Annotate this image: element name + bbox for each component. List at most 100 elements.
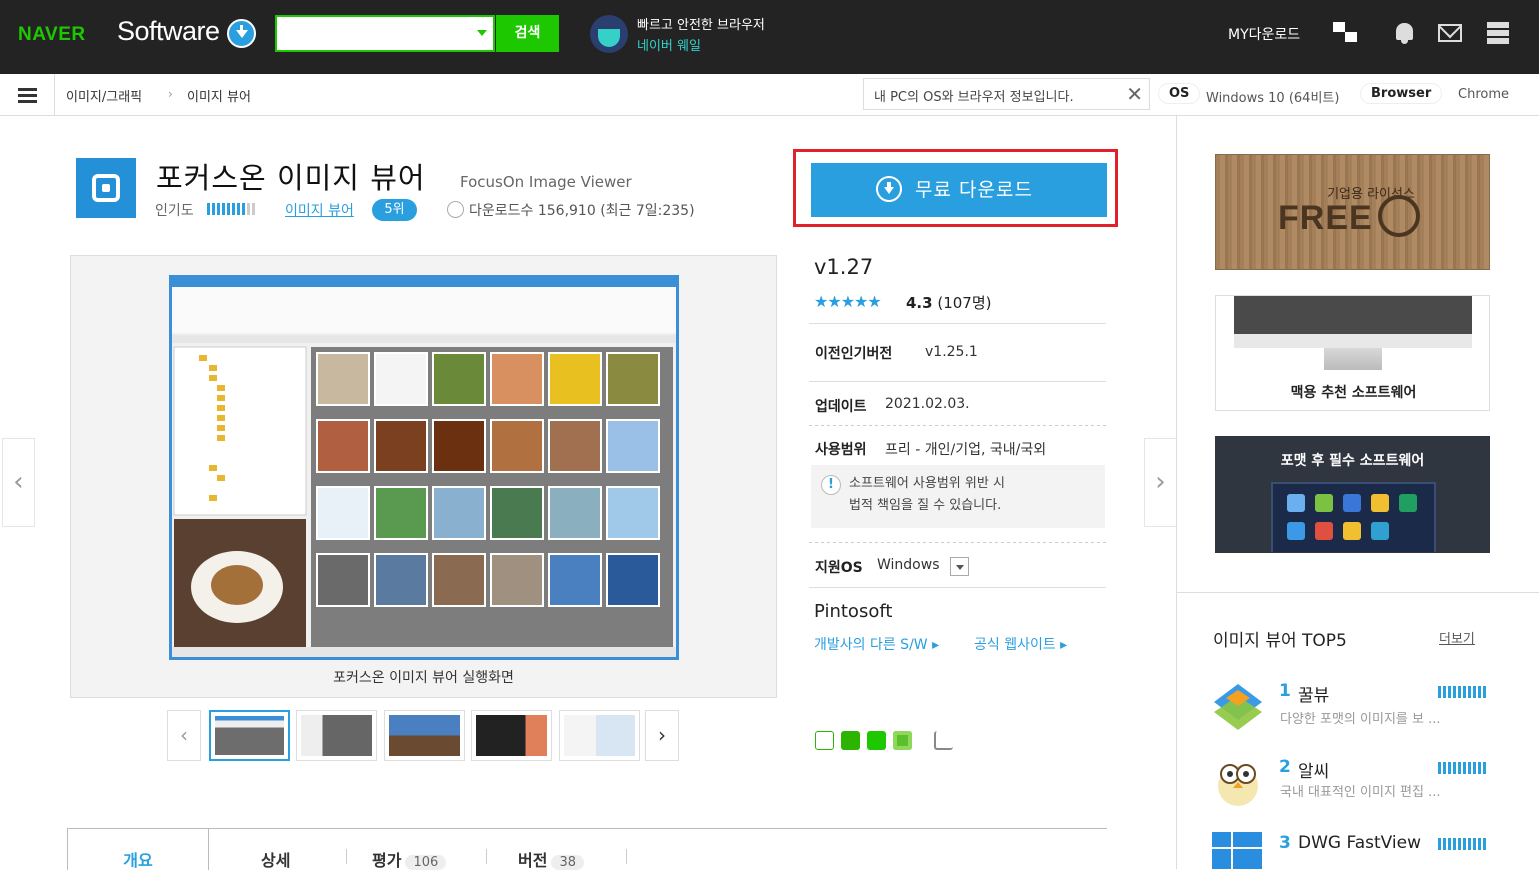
official-website-link[interactable]: 공식 웹사이트 ▸: [974, 634, 1067, 654]
version: v1.27: [814, 255, 874, 279]
divider: [809, 587, 1106, 588]
top5-name-1[interactable]: 꿀뷰: [1298, 681, 1329, 706]
enterprise-banner-line2: FREE: [1278, 199, 1373, 237]
user-icon[interactable]: [1333, 22, 1357, 44]
rank-badge: 5위: [372, 199, 417, 221]
rating-score: 4.3: [906, 294, 933, 312]
thumbnails-next-button[interactable]: ›: [645, 710, 679, 761]
cafe-share-icon[interactable]: [841, 731, 860, 750]
tab-detail-label: 상세: [261, 851, 291, 870]
free-download-button[interactable]: 무료 다운로드: [811, 163, 1107, 217]
tab-overview-label: 개요: [123, 851, 153, 870]
bookmark-share-icon[interactable]: [867, 731, 886, 750]
whale-icon[interactable]: [590, 15, 628, 53]
memo-share-icon[interactable]: [893, 731, 912, 750]
os-value: Windows 10 (64비트): [1206, 91, 1340, 106]
download-icon[interactable]: [876, 176, 902, 202]
mac-recommend-banner[interactable]: 맥용 추천 소프트웨어: [1215, 295, 1490, 411]
prev-version-label: 이전인기버전: [815, 346, 893, 362]
bell-icon[interactable]: [1394, 22, 1418, 44]
tab-versions-count: 38: [551, 855, 584, 870]
share-icon[interactable]: [934, 731, 953, 750]
rating-stars: ★★★★★: [814, 292, 882, 311]
tab-reviews-count: 106: [405, 855, 447, 870]
my-download-link[interactable]: MY다운로드: [1228, 24, 1300, 44]
divider: [809, 381, 1106, 382]
prev-screenshot-arrow[interactable]: ‹: [2, 438, 35, 527]
top5-rank-3: 3: [1279, 833, 1291, 853]
app-title: 포커스온 이미지 뷰어: [156, 161, 426, 195]
scope-label: 사용범위: [815, 442, 867, 458]
thumbnail-1[interactable]: [209, 710, 290, 761]
top-bar: NAVER Software 검색 빠르고 안전한 브라우저 네이버 웨일 MY…: [0, 0, 1539, 74]
dwg-fastview-icon[interactable]: [1210, 830, 1266, 886]
search-button[interactable]: 검색: [496, 15, 559, 52]
developer-other-software-label: 개발사의 다른 S/W: [814, 637, 928, 653]
rating-count: (107명): [937, 294, 992, 312]
more-link[interactable]: 더보기: [1439, 628, 1475, 647]
whale-promo-text[interactable]: 빠르고 안전한 브라우저: [637, 14, 765, 33]
tab-detail[interactable]: 상세: [261, 829, 290, 870]
divider: [809, 425, 1106, 426]
divider: [809, 323, 1106, 324]
detail-tabs: 개요 상세 평가 106 버전 38: [67, 828, 1107, 870]
thumbnails-prev-button[interactable]: ‹: [167, 710, 201, 761]
app-english-title: FocusOn Image Viewer: [460, 173, 632, 191]
thumbnail-5[interactable]: [559, 710, 640, 761]
popularity-bar: [207, 203, 257, 215]
close-icon[interactable]: ✕: [1126, 83, 1143, 105]
tab-versions-label: 버전: [518, 851, 548, 870]
developer-other-software-link[interactable]: 개발사의 다른 S/W ▸: [814, 634, 939, 654]
tablet-icon: [1271, 482, 1436, 552]
sub-bar: 이미지/그래픽 › 이미지 뷰어 내 PC의 OS와 브라우저 정보입니다. ✕…: [0, 74, 1539, 116]
imac-icon: [1234, 296, 1472, 348]
alsee-icon[interactable]: [1210, 752, 1266, 808]
thumbnail-3[interactable]: [384, 710, 465, 761]
whale-promo-link[interactable]: 네이버 웨일: [637, 35, 701, 54]
top5-rank-1: 1: [1279, 681, 1291, 701]
tab-separator: [346, 849, 347, 864]
format-essentials-banner[interactable]: 포맷 후 필수 소프트웨어: [1215, 436, 1490, 553]
mac-banner-label: 맥용 추천 소프트웨어: [1290, 385, 1417, 401]
chevron-right-icon: ›: [168, 87, 173, 101]
imac-stand: [1324, 348, 1382, 370]
category-link[interactable]: 이미지 뷰어: [285, 200, 354, 220]
download-circle-icon: [1378, 195, 1420, 237]
top5-desc-2: 국내 대표적인 이미지 편집 ...: [1280, 785, 1441, 800]
next-screenshot-arrow[interactable]: ›: [1144, 438, 1177, 527]
top5-popularity-bar-3: [1438, 838, 1487, 850]
download-button-label: 무료 다운로드: [915, 179, 1033, 201]
app-screenshot-image[interactable]: [169, 275, 679, 660]
update-label: 업데이트: [815, 399, 867, 415]
developer-name: Pintosoft: [814, 601, 893, 622]
software-logo[interactable]: Software: [117, 16, 220, 47]
breadcrumb-category[interactable]: 이미지/그래픽: [66, 86, 142, 105]
download-count-icon: [447, 201, 464, 218]
download-logo-icon: [227, 19, 256, 48]
thumbnail-2[interactable]: [296, 710, 377, 761]
tab-reviews-label: 평가: [372, 851, 402, 870]
tab-reviews[interactable]: 평가 106: [372, 829, 447, 870]
os-dropdown-toggle[interactable]: [950, 557, 969, 576]
search-input[interactable]: [275, 15, 495, 52]
app-icon: [76, 158, 136, 218]
breadcrumb-current[interactable]: 이미지 뷰어: [187, 86, 251, 105]
top5-name-3[interactable]: DWG FastView: [1298, 833, 1421, 853]
format-banner-label: 포맷 후 필수 소프트웨어: [1280, 453, 1425, 469]
prev-version-link[interactable]: v1.25.1: [925, 344, 978, 360]
chevron-down-icon[interactable]: [477, 30, 487, 36]
os-support-label: 지원OS: [815, 560, 863, 576]
tab-overview[interactable]: 개요: [67, 828, 209, 870]
screenshot-caption: 포커스온 이미지 뷰어 실행화면: [333, 670, 514, 686]
blog-share-icon[interactable]: [815, 731, 834, 750]
naver-logo[interactable]: NAVER: [18, 24, 86, 46]
menu-icon[interactable]: [0, 74, 55, 116]
mail-icon[interactable]: [1438, 24, 1462, 42]
top5-name-2[interactable]: 알씨: [1298, 757, 1329, 782]
honeyview-icon[interactable]: [1210, 678, 1266, 734]
update-date: 2021.02.03.: [885, 396, 970, 412]
apps-grid-icon[interactable]: [1487, 22, 1509, 44]
enterprise-free-banner[interactable]: 기업용 라이선스 FREE: [1215, 154, 1490, 270]
thumbnail-4[interactable]: [471, 710, 552, 761]
tab-versions[interactable]: 버전 38: [518, 829, 584, 870]
